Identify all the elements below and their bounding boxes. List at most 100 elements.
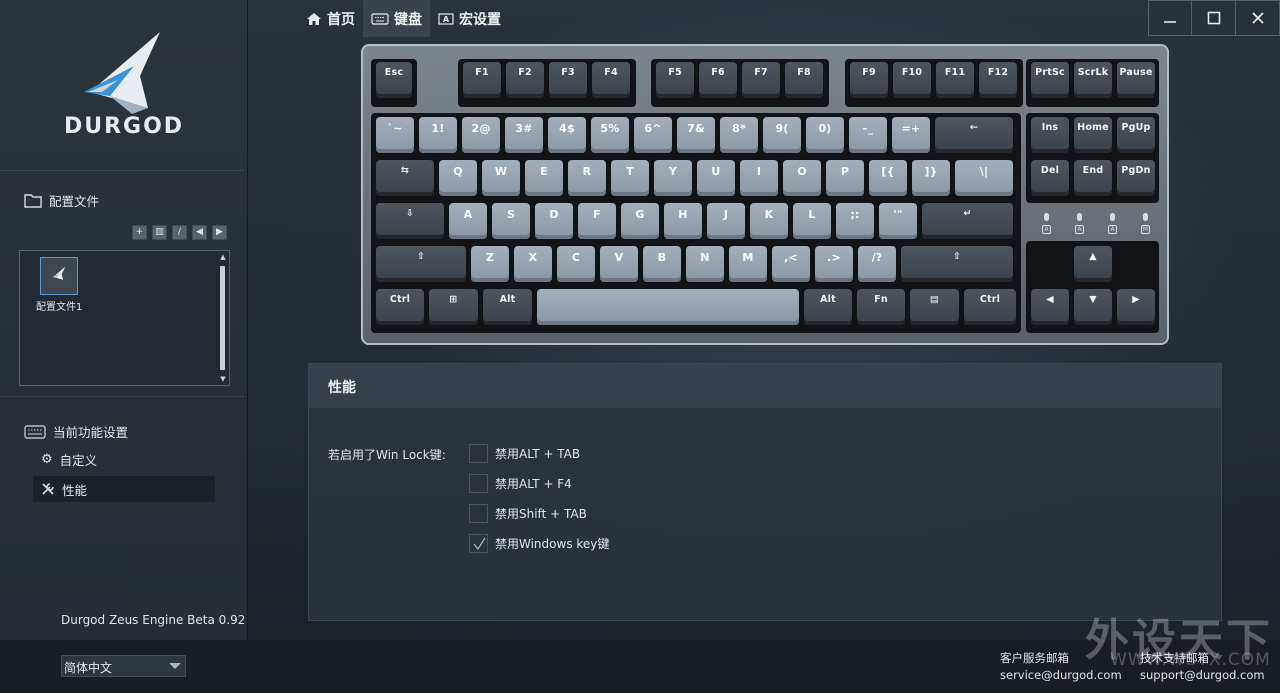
maximize-button[interactable] bbox=[1192, 0, 1236, 36]
key[interactable]: /? bbox=[858, 246, 896, 282]
key[interactable]: 0) bbox=[806, 117, 844, 153]
key[interactable]: F bbox=[578, 203, 616, 239]
key[interactable]: ⇩ bbox=[376, 203, 444, 239]
key[interactable]: \| bbox=[955, 160, 1013, 196]
key[interactable]: F2 bbox=[506, 62, 544, 98]
key[interactable]: 9( bbox=[763, 117, 801, 153]
key[interactable]: `~ bbox=[376, 117, 414, 153]
key[interactable]: ▶ bbox=[1117, 289, 1155, 325]
key[interactable]: F6 bbox=[699, 62, 737, 98]
key[interactable]: End bbox=[1074, 160, 1112, 196]
key[interactable]: 1! bbox=[419, 117, 457, 153]
key[interactable]: J bbox=[707, 203, 745, 239]
key[interactable]: N bbox=[686, 246, 724, 282]
language-select[interactable]: 简体中文 bbox=[61, 655, 186, 677]
key[interactable]: F8 bbox=[785, 62, 823, 98]
key[interactable]: ]} bbox=[912, 160, 950, 196]
key[interactable]: Pause bbox=[1117, 62, 1155, 98]
key[interactable]: R bbox=[568, 160, 606, 196]
option-disable-windows-key[interactable]: 禁用Windows key键 bbox=[469, 534, 609, 553]
option-disable-alt-tab[interactable]: 禁用ALT + TAB bbox=[469, 444, 580, 463]
key[interactable]: ◀ bbox=[1031, 289, 1069, 325]
scroll-down-icon[interactable]: ▼ bbox=[218, 374, 228, 384]
sidebar-item-custom[interactable]: ⚙ 自定义 bbox=[33, 446, 215, 472]
key[interactable]: Z bbox=[471, 246, 509, 282]
key[interactable]: PgUp bbox=[1117, 117, 1155, 153]
option-disable-alt-f4[interactable]: 禁用ALT + F4 bbox=[469, 474, 572, 493]
service-email[interactable]: service@durgod.com bbox=[1000, 667, 1122, 684]
key[interactable]: PrtSc bbox=[1031, 62, 1069, 98]
profile-item[interactable]: 配置文件1 bbox=[36, 257, 82, 313]
close-button[interactable] bbox=[1236, 0, 1280, 36]
key[interactable]: Esc bbox=[376, 62, 412, 98]
key[interactable] bbox=[537, 289, 799, 325]
key[interactable]: ↵ bbox=[922, 203, 1013, 239]
key[interactable]: F3 bbox=[549, 62, 587, 98]
key[interactable]: =+ bbox=[892, 117, 930, 153]
key[interactable]: 8* bbox=[720, 117, 758, 153]
key[interactable]: F9 bbox=[850, 62, 888, 98]
key[interactable]: PgDn bbox=[1117, 160, 1155, 196]
checkbox[interactable] bbox=[469, 474, 488, 493]
key[interactable]: -_ bbox=[849, 117, 887, 153]
key[interactable]: ⇧ bbox=[901, 246, 1013, 282]
key[interactable]: Ins bbox=[1031, 117, 1069, 153]
key[interactable]: 3# bbox=[505, 117, 543, 153]
key[interactable]: F7 bbox=[742, 62, 780, 98]
key[interactable]: ,< bbox=[772, 246, 810, 282]
delete-icon[interactable]: ▥ bbox=[152, 225, 167, 240]
add-icon[interactable]: + bbox=[132, 225, 147, 240]
key[interactable]: ⇧ bbox=[376, 246, 466, 282]
next-icon[interactable]: ▶ bbox=[212, 225, 227, 240]
key[interactable]: F10 bbox=[893, 62, 931, 98]
key[interactable]: E bbox=[525, 160, 563, 196]
key[interactable]: B bbox=[643, 246, 681, 282]
key[interactable]: O bbox=[783, 160, 821, 196]
support-email[interactable]: support@durgod.com bbox=[1140, 667, 1265, 684]
key[interactable]: 6^ bbox=[634, 117, 672, 153]
key[interactable]: D bbox=[535, 203, 573, 239]
checkbox[interactable] bbox=[469, 444, 488, 463]
option-disable-shift-tab[interactable]: 禁用Shift + TAB bbox=[469, 504, 587, 523]
key[interactable]: G bbox=[621, 203, 659, 239]
key[interactable]: Ctrl bbox=[964, 289, 1016, 325]
key[interactable]: 2@ bbox=[462, 117, 500, 153]
key[interactable]: F4 bbox=[592, 62, 630, 98]
key[interactable]: ⊞ bbox=[429, 289, 478, 325]
key[interactable]: Alt bbox=[483, 289, 532, 325]
key[interactable]: ⇆ bbox=[376, 160, 434, 196]
key[interactable]: Fn bbox=[857, 289, 905, 325]
checkbox[interactable] bbox=[469, 504, 488, 523]
key[interactable]: Alt bbox=[804, 289, 852, 325]
key[interactable]: Y bbox=[654, 160, 692, 196]
key[interactable]: X bbox=[514, 246, 552, 282]
prev-icon[interactable]: ◀ bbox=[192, 225, 207, 240]
key[interactable]: V bbox=[600, 246, 638, 282]
key[interactable]: M bbox=[729, 246, 767, 282]
key[interactable]: H bbox=[664, 203, 702, 239]
key[interactable]: F11 bbox=[936, 62, 974, 98]
key[interactable]: 4$ bbox=[548, 117, 586, 153]
profile-scrollbar[interactable]: ▲ ▼ bbox=[218, 252, 228, 384]
key[interactable]: .> bbox=[815, 246, 853, 282]
key[interactable]: '" bbox=[879, 203, 917, 239]
scroll-up-icon[interactable]: ▲ bbox=[218, 252, 228, 262]
key[interactable]: ▲ bbox=[1074, 246, 1112, 282]
key[interactable]: W bbox=[482, 160, 520, 196]
key[interactable]: [{ bbox=[869, 160, 907, 196]
key[interactable]: ;: bbox=[836, 203, 874, 239]
key[interactable]: F12 bbox=[979, 62, 1017, 98]
tab-home[interactable]: 首页 bbox=[298, 0, 363, 37]
key[interactable]: C bbox=[557, 246, 595, 282]
key[interactable]: U bbox=[697, 160, 735, 196]
key[interactable]: Ctrl bbox=[376, 289, 424, 325]
key[interactable]: F5 bbox=[656, 62, 694, 98]
key[interactable]: ▤ bbox=[910, 289, 959, 325]
key[interactable]: A bbox=[449, 203, 487, 239]
key[interactable]: F1 bbox=[463, 62, 501, 98]
edit-icon[interactable]: / bbox=[172, 225, 187, 240]
key[interactable]: Home bbox=[1074, 117, 1112, 153]
checkbox-checked[interactable] bbox=[469, 534, 488, 553]
key[interactable]: ← bbox=[935, 117, 1013, 153]
key[interactable]: L bbox=[793, 203, 831, 239]
